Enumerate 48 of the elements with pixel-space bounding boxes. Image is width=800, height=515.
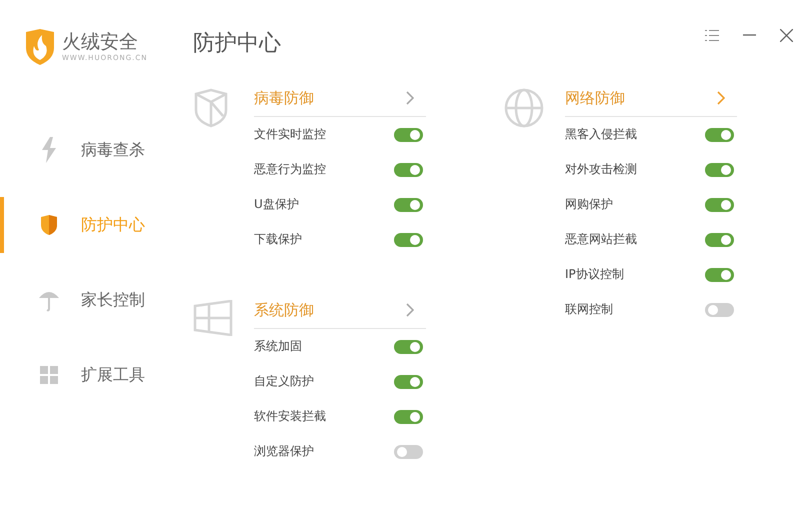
toggle-switch[interactable] <box>394 198 423 212</box>
toggle-switch[interactable] <box>394 162 423 176</box>
page-title: 防护中心 <box>193 30 281 58</box>
grid-icon <box>38 366 60 384</box>
shield-icon <box>193 88 229 128</box>
setting-label: 恶意网站拦截 <box>565 231 637 248</box>
toggle-switch[interactable] <box>705 302 734 316</box>
toggle-switch[interactable] <box>394 374 423 388</box>
toggle-switch[interactable] <box>705 268 734 282</box>
setting-label: IP协议控制 <box>565 266 624 283</box>
menu-icon[interactable] <box>705 30 719 40</box>
section-title: 网络防御 <box>565 88 625 108</box>
minimize-icon[interactable] <box>743 34 756 36</box>
setting-label: 黑客入侵拦截 <box>565 126 637 143</box>
setting-label: 浏览器保护 <box>254 443 314 460</box>
setting-label: 软件安装拦截 <box>254 408 326 425</box>
setting-label: 联网控制 <box>565 301 613 318</box>
chevron-icon[interactable] <box>717 91 725 105</box>
toggle-switch[interactable] <box>705 128 734 142</box>
setting-label: 自定义防护 <box>254 373 314 390</box>
globe-icon <box>504 88 544 128</box>
chevron-icon[interactable] <box>406 91 414 105</box>
brand-name: 火绒安全 <box>62 31 139 53</box>
sidebar-item[interactable]: 家长控制 <box>0 272 180 328</box>
toggle-switch[interactable] <box>394 340 423 354</box>
setting-label: 对外攻击检测 <box>565 161 637 178</box>
setting-label: 文件实时监控 <box>254 126 326 143</box>
section-title: 病毒防御 <box>254 88 314 108</box>
setting-label: 网购保护 <box>565 196 613 213</box>
shield-icon <box>38 214 60 236</box>
close-icon[interactable] <box>780 28 793 42</box>
sidebar-item[interactable]: 扩展工具 <box>0 347 180 403</box>
setting-label: 系统加固 <box>254 338 302 355</box>
toggle-switch[interactable] <box>394 410 423 424</box>
toggle-switch[interactable] <box>394 128 423 142</box>
setting-label: 恶意行为监控 <box>254 161 326 178</box>
sidebar-item[interactable]: 病毒查杀 <box>0 122 180 178</box>
toggle-switch[interactable] <box>705 232 734 246</box>
windows-logo-icon <box>193 300 233 336</box>
section-title: 系统防御 <box>254 300 314 320</box>
flame-shield-icon <box>24 28 56 66</box>
toggle-switch[interactable] <box>705 198 734 212</box>
toggle-switch[interactable] <box>394 232 423 246</box>
setting-label: 下载保护 <box>254 231 302 248</box>
toggle-switch[interactable] <box>705 162 734 176</box>
toggle-switch[interactable] <box>394 444 423 458</box>
setting-label: U盘保护 <box>254 196 299 213</box>
chevron-icon[interactable] <box>406 303 414 317</box>
